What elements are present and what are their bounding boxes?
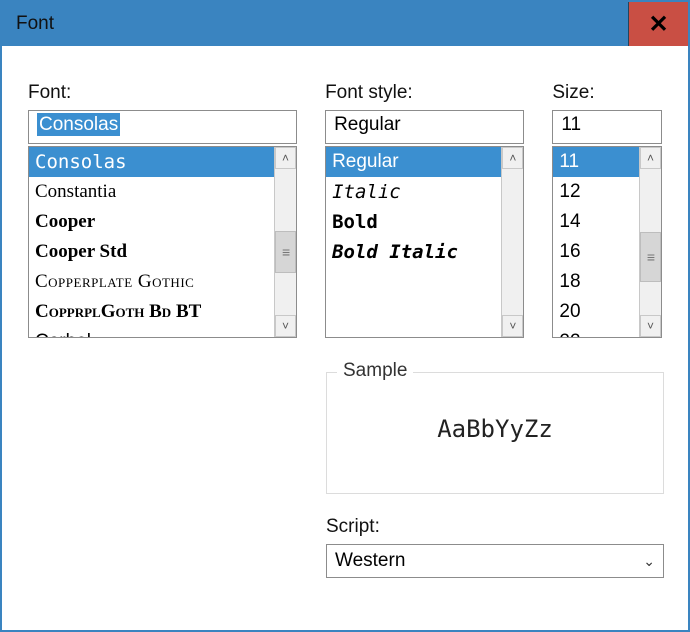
scroll-track[interactable]: ≡ xyxy=(275,169,296,315)
style-list-items: Regular Italic Bold Bold Italic xyxy=(326,147,501,337)
scroll-down-icon[interactable]: ˅ xyxy=(640,315,661,337)
scroll-up-icon[interactable]: ˄ xyxy=(640,147,661,169)
font-input[interactable]: Consolas xyxy=(28,110,297,144)
list-item[interactable]: 22 xyxy=(553,327,639,337)
list-item[interactable]: 12 xyxy=(553,177,639,207)
list-item[interactable]: 14 xyxy=(553,207,639,237)
scroll-down-icon[interactable]: ˅ xyxy=(275,315,296,337)
style-label: Font style: xyxy=(325,82,524,104)
list-item[interactable]: Cooper xyxy=(29,207,274,237)
list-item[interactable]: Copperplate Gothic xyxy=(29,267,274,297)
style-scrollbar[interactable]: ˄ ˅ xyxy=(501,147,523,337)
list-item[interactable]: Bold Italic xyxy=(326,237,501,267)
list-item[interactable]: Corbel xyxy=(29,327,274,337)
client-area: Font: Consolas Consolas Constantia Coope… xyxy=(2,46,688,578)
scroll-up-icon[interactable]: ˄ xyxy=(275,147,296,169)
list-item[interactable]: 16 xyxy=(553,237,639,267)
scroll-track[interactable]: ≡ xyxy=(640,169,661,315)
style-input-value: Regular xyxy=(334,114,401,135)
scroll-down-icon[interactable]: ˅ xyxy=(502,315,523,337)
titlebar: Font ✕ xyxy=(2,2,688,46)
size-list-items: 11 12 14 16 18 20 22 xyxy=(553,147,639,337)
style-column: Font style: Regular Regular Italic Bold … xyxy=(325,82,524,338)
size-column: Size: 11 11 12 14 16 18 20 22 ˄ xyxy=(552,82,662,338)
script-combobox[interactable]: Western ⌄ xyxy=(326,544,664,578)
list-item[interactable]: Regular xyxy=(326,147,501,177)
top-row: Font: Consolas Consolas Constantia Coope… xyxy=(28,82,662,338)
window-title: Font xyxy=(16,13,54,35)
font-listbox[interactable]: Consolas Constantia Cooper Cooper Std Co… xyxy=(28,146,297,338)
list-item[interactable]: Constantia xyxy=(29,177,274,207)
style-input[interactable]: Regular xyxy=(325,110,524,144)
list-item[interactable]: CopprplGoth Bd BT xyxy=(29,297,274,327)
font-dialog: Font ✕ Font: Consolas Consolas Constanti… xyxy=(0,0,690,632)
chevron-down-icon: ⌄ xyxy=(643,553,655,570)
font-label: Font: xyxy=(28,82,297,104)
font-list-items: Consolas Constantia Cooper Cooper Std Co… xyxy=(29,147,274,337)
scroll-thumb[interactable]: ≡ xyxy=(275,231,296,273)
list-item[interactable]: Italic xyxy=(326,177,501,207)
list-item[interactable]: Cooper Std xyxy=(29,237,274,267)
list-item[interactable]: 18 xyxy=(553,267,639,297)
scroll-thumb[interactable]: ≡ xyxy=(640,232,661,282)
list-item[interactable]: 11 xyxy=(553,147,639,177)
scroll-up-icon[interactable]: ˄ xyxy=(502,147,523,169)
size-input[interactable]: 11 xyxy=(552,110,662,144)
size-label: Size: xyxy=(552,82,662,104)
scroll-track[interactable] xyxy=(502,169,523,315)
size-scrollbar[interactable]: ˄ ≡ ˅ xyxy=(639,147,661,337)
sample-group: Sample AaBbYyZz xyxy=(326,372,664,494)
list-item[interactable]: 20 xyxy=(553,297,639,327)
sample-label: Sample xyxy=(337,360,413,382)
style-listbox[interactable]: Regular Italic Bold Bold Italic ˄ ˅ xyxy=(325,146,524,338)
script-label: Script: xyxy=(326,516,664,538)
font-scrollbar[interactable]: ˄ ≡ ˅ xyxy=(274,147,296,337)
list-item[interactable]: Consolas xyxy=(29,147,274,177)
script-group: Script: Western ⌄ xyxy=(326,516,664,578)
list-item[interactable]: Bold xyxy=(326,207,501,237)
size-listbox[interactable]: 11 12 14 16 18 20 22 ˄ ≡ ˅ xyxy=(552,146,662,338)
close-icon: ✕ xyxy=(648,10,668,39)
close-button[interactable]: ✕ xyxy=(628,2,688,46)
script-value: Western xyxy=(335,550,405,572)
sample-text: AaBbYyZz xyxy=(327,415,663,443)
size-input-value: 11 xyxy=(561,114,581,135)
font-column: Font: Consolas Consolas Constantia Coope… xyxy=(28,82,297,338)
font-input-value: Consolas xyxy=(37,113,120,136)
